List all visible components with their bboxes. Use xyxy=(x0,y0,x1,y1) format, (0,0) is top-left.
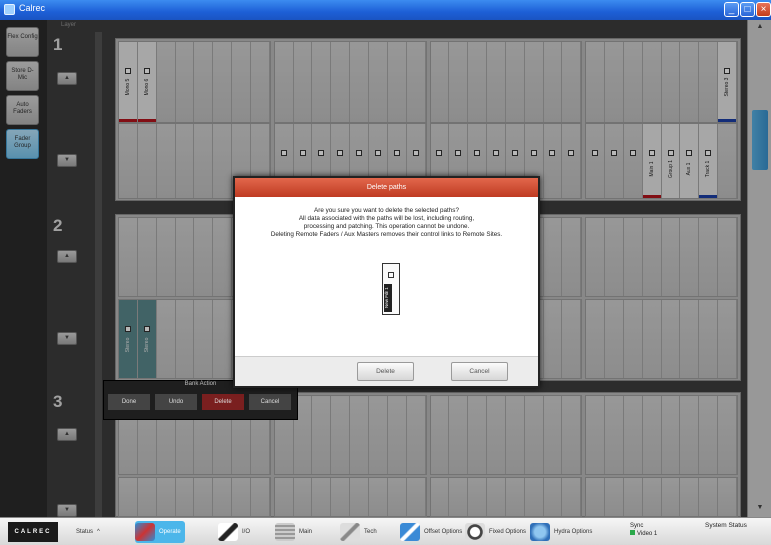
app-window: Calrec _ □ × Flex Config Store D-Mic Aut… xyxy=(0,0,771,545)
magnifier-icon xyxy=(465,523,485,541)
fader-preview-label: New Fdr 1 xyxy=(384,284,392,312)
chevron-up-icon: ^ xyxy=(97,529,100,535)
tech-label: Tech xyxy=(364,529,377,535)
fixed-options-tab[interactable]: Fixed Options xyxy=(465,521,526,543)
stack-icon xyxy=(275,523,295,541)
fader-preview: New Fdr 1 xyxy=(382,263,400,315)
sync-ok-indicator xyxy=(630,530,635,535)
calrec-logo: CALREC xyxy=(8,522,58,542)
bank-delete-button[interactable]: Delete xyxy=(202,394,244,410)
dialog-message-line: All data associated with the paths will … xyxy=(298,215,475,222)
offset-options-label: Offset Options xyxy=(424,529,463,535)
globe-icon xyxy=(530,523,550,541)
dialog-footer: Delete Cancel xyxy=(235,356,538,386)
cancel-button[interactable]: Cancel xyxy=(451,362,508,381)
bank-undo-button[interactable]: Undo xyxy=(155,394,197,410)
window-title: Calrec xyxy=(19,3,46,13)
operate-icon xyxy=(135,523,155,541)
sync-value-row: Video 1 xyxy=(630,530,657,538)
sync-label: Sync xyxy=(630,523,644,529)
io-tab[interactable]: I/O xyxy=(218,521,250,543)
dialog-message-line: Are you sure you want to delete the sele… xyxy=(314,207,459,214)
offset-options-tab[interactable]: Offset Options xyxy=(400,521,462,543)
dialog-title: Delete paths xyxy=(235,178,538,197)
delete-paths-dialog: Delete paths Are you sure you want to de… xyxy=(233,176,540,388)
cable-icon xyxy=(218,523,238,541)
delete-button[interactable]: Delete xyxy=(357,362,414,381)
dialog-message: Are you sure you want to delete the sele… xyxy=(235,207,538,239)
fixed-options-label: Fixed Options xyxy=(489,529,527,535)
io-label: I/O xyxy=(242,529,251,535)
title-bar: Calrec _ □ × xyxy=(0,0,771,20)
system-status-button[interactable]: System Status xyxy=(705,522,747,529)
hydra-options-tab[interactable]: Hydra Options xyxy=(530,521,592,543)
bank-cancel-button[interactable]: Cancel xyxy=(249,394,291,410)
minimize-button[interactable]: _ xyxy=(724,2,739,17)
wrench-icon xyxy=(340,523,360,541)
maximize-button[interactable]: □ xyxy=(740,2,755,17)
main-tab[interactable]: Main xyxy=(275,521,312,543)
status-button[interactable]: Status ^ xyxy=(76,521,100,543)
sync-value: Video 1 xyxy=(637,531,658,537)
operate-label: Operate xyxy=(159,529,181,535)
tech-tab[interactable]: Tech xyxy=(340,521,377,543)
main-label: Main xyxy=(299,529,313,535)
offset-icon xyxy=(400,523,420,541)
sync-status: Sync Video 1 xyxy=(630,522,657,538)
hydra-options-label: Hydra Options xyxy=(554,529,593,535)
bottom-taskbar: CALREC Status ^ Operate I/O Main Tech Of… xyxy=(0,517,771,545)
bank-done-button[interactable]: Done xyxy=(108,394,150,410)
app-icon xyxy=(4,4,15,15)
close-button[interactable]: × xyxy=(756,2,771,17)
status-label: Status xyxy=(76,529,94,535)
dialog-message-line: Deleting Remote Faders / Aux Masters rem… xyxy=(270,231,503,238)
dialog-message-line: processing and patching. This operation … xyxy=(303,223,470,230)
operate-tab[interactable]: Operate xyxy=(135,521,185,543)
fader-preview-icon xyxy=(388,272,394,278)
